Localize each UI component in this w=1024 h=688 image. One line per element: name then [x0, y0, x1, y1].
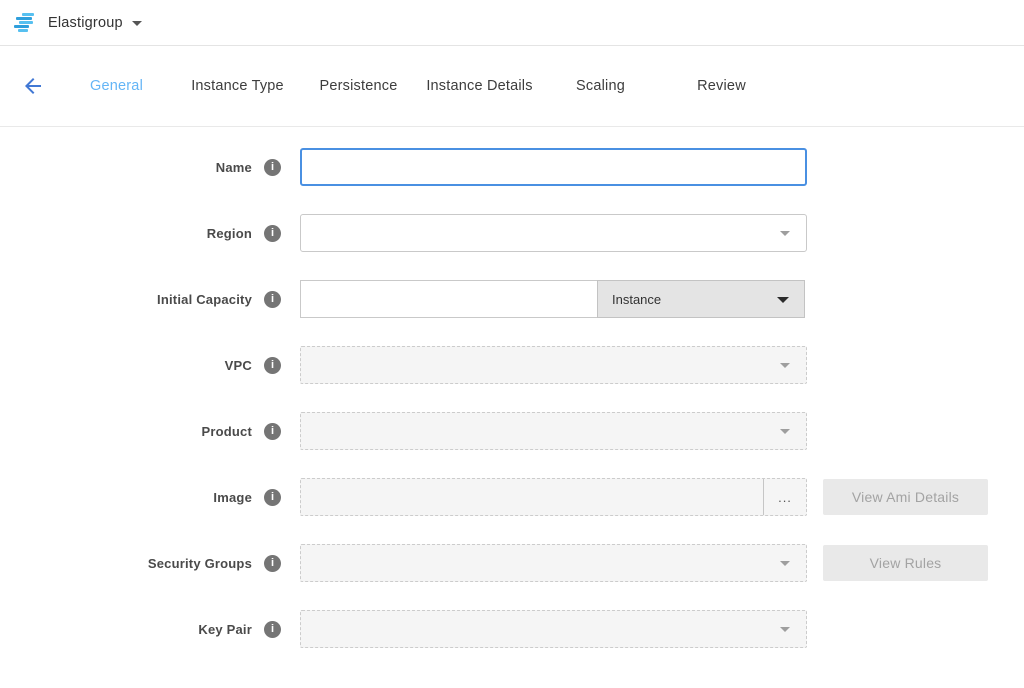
wizard-tabbar: General Instance Type Persistence Instan…	[0, 46, 1024, 127]
security-groups-info-icon[interactable]: i	[264, 555, 281, 572]
elastigroup-logo-icon	[14, 13, 38, 33]
product-row: Product i	[0, 412, 1024, 450]
key-pair-label: Key Pair	[0, 622, 252, 637]
initial-capacity-info-icon[interactable]: i	[264, 291, 281, 308]
chevron-down-icon	[780, 561, 790, 566]
name-info-icon[interactable]: i	[264, 159, 281, 176]
tab-instance-type[interactable]: Instance Type	[177, 78, 298, 94]
app-header: Elastigroup	[0, 0, 1024, 46]
tab-scaling[interactable]: Scaling	[540, 78, 661, 94]
chevron-down-icon	[780, 627, 790, 632]
tab-instance-details[interactable]: Instance Details	[419, 78, 540, 94]
chevron-down-icon	[777, 297, 789, 303]
region-row: Region i	[0, 214, 1024, 252]
region-info-icon[interactable]: i	[264, 225, 281, 242]
back-arrow-icon	[21, 74, 45, 98]
initial-capacity-input[interactable]	[300, 280, 597, 318]
security-groups-select	[300, 544, 807, 582]
product-select	[300, 412, 807, 450]
product-label: Product	[0, 424, 252, 439]
chevron-down-icon	[780, 363, 790, 368]
image-row: Image i ... View Ami Details	[0, 478, 1024, 516]
initial-capacity-row: Initial Capacity i Instance	[0, 280, 1024, 318]
wizard-tabs: General Instance Type Persistence Instan…	[56, 78, 782, 94]
vpc-select	[300, 346, 807, 384]
image-input: ...	[300, 478, 807, 516]
name-row: Name i	[0, 148, 1024, 186]
key-pair-info-icon[interactable]: i	[264, 621, 281, 638]
image-label: Image	[0, 490, 252, 505]
region-label: Region	[0, 226, 252, 241]
key-pair-select	[300, 610, 807, 648]
chevron-down-icon[interactable]	[132, 21, 142, 26]
view-ami-details-button[interactable]: View Ami Details	[823, 479, 988, 515]
image-browse-button[interactable]: ...	[763, 479, 806, 515]
key-pair-row: Key Pair i	[0, 610, 1024, 648]
product-info-icon[interactable]: i	[264, 423, 281, 440]
security-groups-row: Security Groups i View Rules	[0, 544, 1024, 582]
tab-review[interactable]: Review	[661, 78, 782, 94]
initial-capacity-label: Initial Capacity	[0, 292, 252, 307]
back-button[interactable]	[18, 71, 48, 101]
capacity-unit-value: Instance	[612, 292, 661, 307]
vpc-label: VPC	[0, 358, 252, 373]
image-input-value	[301, 479, 763, 515]
tab-general[interactable]: General	[56, 78, 177, 94]
vpc-info-icon[interactable]: i	[264, 357, 281, 374]
vpc-row: VPC i	[0, 346, 1024, 384]
chevron-down-icon	[780, 231, 790, 236]
capacity-unit-select[interactable]: Instance	[597, 280, 805, 318]
image-info-icon[interactable]: i	[264, 489, 281, 506]
region-select[interactable]	[300, 214, 807, 252]
general-form: Name i Region i Initial Capacity i Insta…	[0, 127, 1024, 648]
view-rules-button[interactable]: View Rules	[823, 545, 988, 581]
app-title: Elastigroup	[48, 15, 123, 31]
chevron-down-icon	[780, 429, 790, 434]
name-input[interactable]	[300, 148, 807, 186]
security-groups-label: Security Groups	[0, 556, 252, 571]
tab-persistence[interactable]: Persistence	[298, 78, 419, 94]
name-label: Name	[0, 160, 252, 175]
